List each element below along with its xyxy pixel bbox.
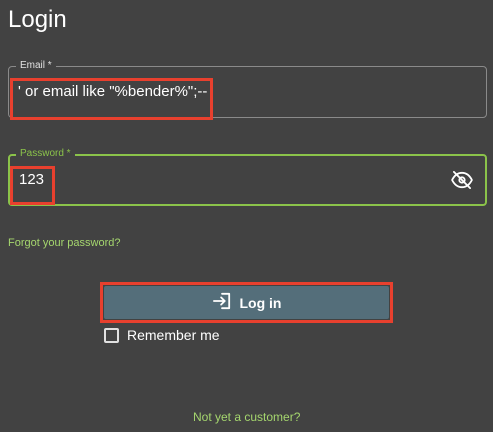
- forgot-password-link[interactable]: Forgot your password?: [8, 237, 121, 249]
- login-icon: [212, 292, 232, 313]
- remember-me-checkbox[interactable]: [104, 327, 119, 343]
- email-input[interactable]: ' or email like "%bender%";--: [18, 83, 207, 100]
- login-page: Login Email * ' or email like "%bender%"…: [0, 0, 493, 432]
- login-button-label: Log in: [239, 294, 282, 311]
- email-label: Email *: [16, 60, 56, 72]
- password-field[interactable]: Password * 123: [8, 148, 487, 206]
- password-input[interactable]: 123: [19, 171, 44, 188]
- remember-me-label: Remember me: [127, 327, 220, 343]
- eye-slash-icon[interactable]: [451, 171, 473, 189]
- not-customer-link[interactable]: Not yet a customer?: [193, 410, 300, 424]
- page-title: Login: [8, 6, 67, 33]
- email-field[interactable]: Email * ' or email like "%bender%";--: [8, 60, 487, 118]
- login-button[interactable]: Log in: [104, 286, 389, 319]
- remember-me[interactable]: Remember me: [104, 327, 220, 343]
- password-label: Password *: [16, 148, 75, 160]
